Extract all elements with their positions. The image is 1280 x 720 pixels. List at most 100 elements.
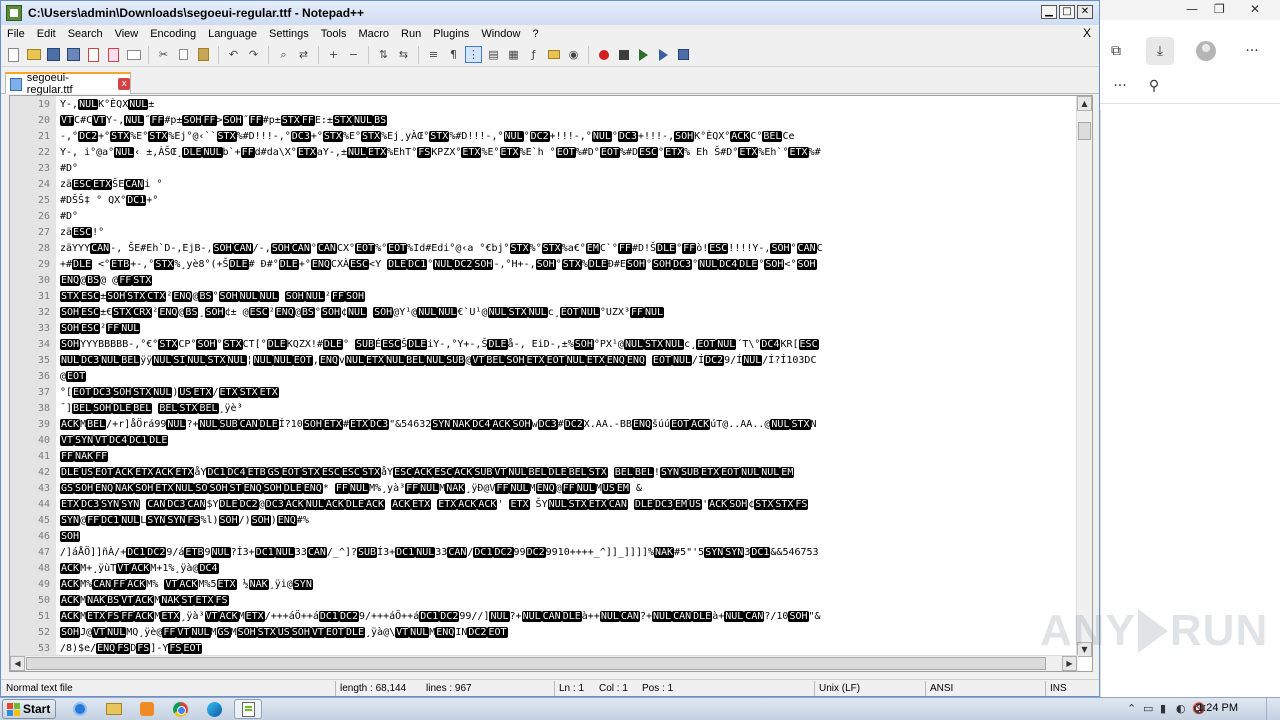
tray-flag-icon[interactable]: ▮ xyxy=(1160,702,1166,715)
editor-line[interactable]: 20 VTC#CVTY-,NUL˝FF#p±SOH FF>SOH˝FF#p±STX F… xyxy=(10,113,1078,129)
editor-line[interactable]: 34 SOHYYYBBBBB-,°€°STXCP°SOH°STXCT[°DLEKQ… xyxy=(10,337,1078,353)
taskbar-ie-icon[interactable] xyxy=(66,699,94,719)
monitor-icon[interactable]: ◉ xyxy=(565,46,582,63)
scroll-up-arrow[interactable]: ▲ xyxy=(1077,96,1092,111)
scroll-left-arrow[interactable]: ◀ xyxy=(10,656,25,671)
menu-view[interactable]: View xyxy=(109,28,145,40)
editor-line[interactable]: 27 zäESC!° xyxy=(10,225,1078,241)
editor-line[interactable]: 40 VT SYN VT DC4 DC1 DLE xyxy=(10,433,1078,449)
undo-icon[interactable]: ↶ xyxy=(225,46,242,63)
editor-line[interactable]: 39 ACKMBEL/+r]åÖrá99NUL?+NUL SUB CAN DLEÍ?10… xyxy=(10,417,1078,433)
save-all-icon[interactable] xyxy=(65,46,82,63)
tab-close-icon[interactable]: x xyxy=(118,78,130,90)
tab-segoeui-regular[interactable]: segoeui-regular.ttf x xyxy=(5,72,131,96)
minimize-button[interactable]: ▁ xyxy=(1041,5,1057,19)
pin-icon[interactable]: ⚲ xyxy=(1140,72,1168,100)
find-icon[interactable]: ⌕ xyxy=(275,46,292,63)
editor-line[interactable]: 45 SYN@FF DC1 NULLSYN SYN FS%l)SOH/)SOH)ENQ#% xyxy=(10,513,1078,529)
editor-line[interactable]: 23 #D° xyxy=(10,161,1078,177)
download-icon[interactable]: ⤓ xyxy=(1146,37,1174,65)
close-all-icon[interactable] xyxy=(105,46,122,63)
menu-edit[interactable]: Edit xyxy=(31,28,62,40)
menu-file[interactable]: File xyxy=(1,28,31,40)
editor-line[interactable]: 19 Y-,NULK°ÈQXNUL± xyxy=(10,97,1078,113)
menu-plugins[interactable]: Plugins xyxy=(427,28,475,40)
editor-lines[interactable]: 19 Y-,NULK°ÈQXNUL± 20 VTC#CVTY-,NUL˝FF#p±SO… xyxy=(10,96,1078,657)
taskbar-media-player-icon[interactable] xyxy=(133,699,161,719)
sync-v-icon[interactable]: ⇅ xyxy=(375,46,392,63)
editor-line[interactable]: 44 ETX DC3 SYN SYN CAN DC3 CAN$YDLE DC2@DC3 ACK N… xyxy=(10,497,1078,513)
editor-line[interactable]: 38 ¯]BEL SOH DLE BEL BEL STX BEL¸ÿè³ xyxy=(10,401,1078,417)
editor-line[interactable]: 28 zäYYYCAN-, ŠE#Eh`D-,EjB-,SOH CAN/-,SOH C… xyxy=(10,241,1078,257)
browser-close-button[interactable]: ✕ xyxy=(1250,2,1260,16)
editor-line[interactable]: 25 #DŠŠ‡ ° QX°DC1+° xyxy=(10,193,1078,209)
editor-line[interactable]: 43 GS SOH ENQ NAK SOH ETX NUL SO SOH ST ENQ SOH DLE EN… xyxy=(10,481,1078,497)
taskbar-explorer-icon[interactable] xyxy=(100,699,128,719)
close-document-x[interactable]: X xyxy=(1083,26,1091,40)
downloads-more-icon[interactable]: ··· xyxy=(1106,72,1134,100)
open-file-icon[interactable] xyxy=(25,46,42,63)
all-chars-icon[interactable]: ¶ xyxy=(445,46,462,63)
editor-line[interactable]: 49 ACKM%CAN FF ACKM% VT ACKM%5ETX ½NAK¸ÿi@SY… xyxy=(10,577,1078,593)
menu-run[interactable]: Run xyxy=(395,28,427,40)
taskbar-clock[interactable]: 1:24 PM xyxy=(1197,702,1238,714)
editor-line[interactable]: 52 SOHJ@VT NULMQ¸ÿè@FF VT NULMGSMSOH STX US SOH… xyxy=(10,625,1078,641)
settings-more-icon[interactable]: ··· xyxy=(1238,37,1266,65)
browser-minimize-button[interactable]: — xyxy=(1186,2,1198,16)
tray-security-icon[interactable]: ◐ xyxy=(1176,702,1186,715)
editor-line[interactable]: 35 NUL DC3 NUL BELÿÿNUL SI NUL STX NUL¦NUL NUL EOT… xyxy=(10,353,1078,369)
editor-line[interactable]: 47 /]áÅÖ]]ñÀ/+DC1 DC29/áETB9NUL?Í3+DC1 NUL3… xyxy=(10,545,1078,561)
play-multi-icon[interactable] xyxy=(655,46,672,63)
menu-encoding[interactable]: Encoding xyxy=(144,28,202,40)
zoom-out-icon[interactable]: − xyxy=(345,46,362,63)
indent-guide-icon[interactable]: ⋮ xyxy=(465,46,482,63)
paste-icon[interactable] xyxy=(195,46,212,63)
menu-language[interactable]: Language xyxy=(202,28,263,40)
taskbar-notepadpp-icon[interactable] xyxy=(234,699,262,719)
maximize-button[interactable]: □ xyxy=(1059,5,1075,19)
editor-line[interactable]: 32 SOH ESC±€STX CRX²ENQ@BS¸SOH¢± @ESC²ENQ@B… xyxy=(10,305,1078,321)
folder-workspace-icon[interactable] xyxy=(545,46,562,63)
editor-line[interactable]: 42 DLE US EOT ACK ETX ACK ETXåYDC1 DC4 ETB GS EOT ST… xyxy=(10,465,1078,481)
editor-line[interactable]: 33 SOH ESC²FF NUL xyxy=(10,321,1078,337)
taskbar-chrome-icon[interactable] xyxy=(166,699,194,719)
editor-line[interactable]: 26 #D° xyxy=(10,209,1078,225)
func-list-icon[interactable]: ƒ xyxy=(525,46,542,63)
replace-icon[interactable]: ⇄ xyxy=(295,46,312,63)
close-button[interactable]: ✕ xyxy=(1077,5,1093,19)
editor-line[interactable]: 50 ACKMNAK BS VT ACKMNAK ST ETX FS xyxy=(10,593,1078,609)
cut-icon[interactable]: ✂ xyxy=(155,46,172,63)
horizontal-scroll-thumb[interactable] xyxy=(26,657,1046,670)
new-file-icon[interactable] xyxy=(5,46,22,63)
editor-area[interactable]: 19 Y-,NULK°ÈQXNUL± 20 VTC#CVTY-,NUL˝FF#p±SO… xyxy=(9,95,1093,672)
editor-line[interactable]: 24 zäESC ETXŠECANi ° xyxy=(10,177,1078,193)
editor-line[interactable]: 30 ENQ@BS@ @FF STX xyxy=(10,273,1078,289)
editor-line[interactable]: 21 -,°DC2+°STX%E°STX%Ej°@‹``STX%#D!!!-,°D… xyxy=(10,129,1078,145)
close-icon[interactable] xyxy=(85,46,102,63)
word-wrap-icon[interactable]: ≡ xyxy=(425,46,442,63)
menu-help[interactable]: ? xyxy=(526,28,544,40)
profile-avatar[interactable] xyxy=(1192,37,1220,65)
save-icon[interactable] xyxy=(45,46,62,63)
redo-icon[interactable]: ↷ xyxy=(245,46,262,63)
show-desktop-button[interactable] xyxy=(1266,698,1280,720)
vertical-scroll-thumb[interactable] xyxy=(1078,122,1091,140)
lang-icon[interactable]: ▤ xyxy=(485,46,502,63)
horizontal-scrollbar[interactable]: ◀ ▶ xyxy=(10,655,1078,671)
menu-tools[interactable]: Tools xyxy=(315,28,353,40)
menu-search[interactable]: Search xyxy=(62,28,109,40)
editor-line[interactable]: 46 SOH xyxy=(10,529,1078,545)
editor-line[interactable]: 51 ACKMETX FS FF ACKMETX¸ÿà³VT ACKMETX/+++áÖ+… xyxy=(10,609,1078,625)
editor-line[interactable]: 31 STX ESC±SOH STX CTX²ENQ@BS°SOH NUL NUL SOH N… xyxy=(10,289,1078,305)
copy-icon[interactable] xyxy=(175,46,192,63)
play-macro-icon[interactable] xyxy=(635,46,652,63)
stop-macro-icon[interactable] xyxy=(615,46,632,63)
editor-line[interactable]: 41 FF NAK FF xyxy=(10,449,1078,465)
menu-window[interactable]: Window xyxy=(475,28,526,40)
browser-title-bar[interactable]: — ❐ ✕ xyxy=(1100,0,1280,20)
record-macro-icon[interactable] xyxy=(595,46,612,63)
zoom-in-icon[interactable]: + xyxy=(325,46,342,63)
taskbar-edge-icon[interactable] xyxy=(200,699,228,719)
editor-line[interactable]: 22 Y-, i°@a°NUL‹ ±,ÀŠŒ¸DLE NULb`+FFd#da\X°… xyxy=(10,145,1078,161)
scroll-down-arrow[interactable]: ▼ xyxy=(1077,642,1092,657)
